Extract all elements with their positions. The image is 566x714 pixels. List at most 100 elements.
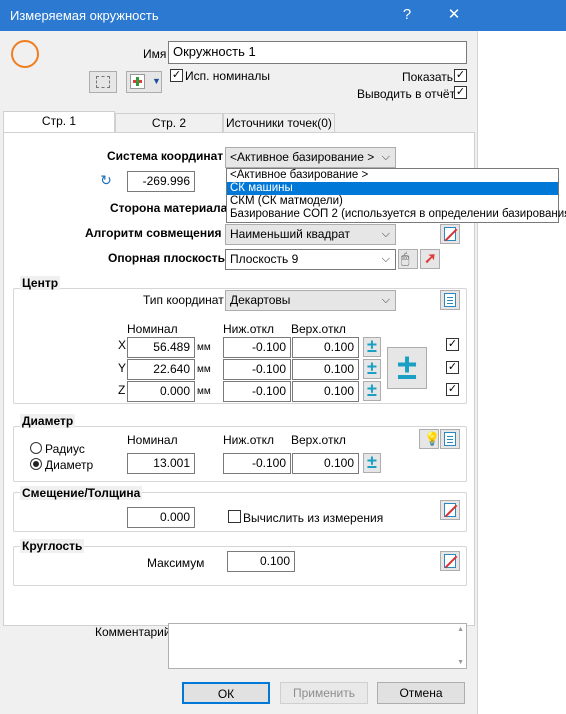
name-input[interactable]: Окружность 1 bbox=[168, 41, 467, 64]
points-menu-button[interactable]: ▼ bbox=[126, 71, 162, 93]
diameter-low-input[interactable]: -0.100 bbox=[223, 453, 291, 474]
z-plus-minus-button[interactable]: ± bbox=[363, 381, 381, 401]
coord-option[interactable]: СКМ (СК матмодели) bbox=[227, 195, 558, 208]
coord-option[interactable]: Базирование СОП 2 (используется в опреде… bbox=[227, 208, 566, 221]
chevron-down-icon: ⌵ bbox=[381, 228, 390, 240]
diameter-radio[interactable] bbox=[30, 458, 42, 470]
y-low-input[interactable]: -0.100 bbox=[223, 359, 291, 380]
y-plus-minus-button[interactable]: ± bbox=[363, 359, 381, 379]
x-high-input[interactable]: 0.100 bbox=[292, 337, 359, 358]
plane-select[interactable]: Плоскость 9 ⌵ bbox=[225, 249, 396, 270]
angle-input[interactable]: -269.996 bbox=[127, 171, 195, 192]
radius-label: Радиус bbox=[45, 442, 85, 456]
window-title: Измеряемая окружность bbox=[10, 8, 159, 23]
offset-group-label: Смещение/Толщина bbox=[20, 486, 143, 500]
select-area-button[interactable] bbox=[89, 71, 117, 93]
apply-button[interactable]: Применить bbox=[280, 682, 368, 704]
x-nominal-input[interactable]: 56.489 bbox=[127, 337, 195, 358]
edit-disabled-icon bbox=[444, 554, 458, 569]
cancel-button[interactable]: Отмена bbox=[377, 682, 465, 704]
tab-point-sources[interactable]: Источники точек(0) bbox=[223, 113, 335, 133]
z-unit-label: мм bbox=[197, 386, 211, 397]
algorithm-select[interactable]: Наименьший квадрат ⌵ bbox=[225, 224, 396, 245]
plus-minus-icon: ± bbox=[367, 380, 377, 400]
nominals-checkbox[interactable]: ✓ bbox=[170, 69, 183, 82]
y-unit-label: мм bbox=[197, 364, 211, 375]
all-plus-minus-button[interactable]: ± bbox=[387, 347, 427, 389]
coord-option-selected[interactable]: СК машины bbox=[227, 182, 558, 195]
lightbulb-icon: 💡 bbox=[424, 431, 441, 446]
x-plus-minus-button[interactable]: ± bbox=[363, 337, 381, 357]
offset-edit-button[interactable] bbox=[440, 500, 460, 520]
y-checkbox[interactable]: ✓ bbox=[446, 361, 459, 374]
x-low-input[interactable]: -0.100 bbox=[223, 337, 291, 358]
ok-button[interactable]: ОК bbox=[182, 682, 270, 704]
comment-textarea[interactable]: ▲ ▼ bbox=[168, 623, 467, 669]
z-high-input[interactable]: 0.100 bbox=[292, 381, 359, 402]
coord-system-label: Система координат bbox=[107, 149, 224, 163]
z-low-input[interactable]: -0.100 bbox=[223, 381, 291, 402]
dashed-rect-icon bbox=[96, 76, 110, 88]
tab-page-2[interactable]: Стр. 2 bbox=[115, 113, 223, 133]
scroll-down-icon[interactable]: ▼ bbox=[457, 659, 464, 666]
z-nominal-input[interactable]: 0.000 bbox=[127, 381, 195, 402]
coord-type-select[interactable]: Декартовы ⌵ bbox=[225, 290, 396, 311]
algorithm-label: Алгоритм совмещения bbox=[85, 226, 222, 240]
plane-pick-button[interactable]: 🖱 bbox=[398, 249, 418, 269]
diameter-doc-button[interactable] bbox=[440, 429, 460, 449]
plus-minus-icon: ± bbox=[367, 452, 377, 472]
radius-radio[interactable] bbox=[30, 442, 42, 454]
y-high-input[interactable]: 0.100 bbox=[292, 359, 359, 380]
diameter-high-input[interactable]: 0.100 bbox=[292, 453, 359, 474]
center-high-header: Верх.откл bbox=[291, 322, 346, 336]
plane-value: Плоскость 9 bbox=[230, 252, 299, 266]
report-label: Выводить в отчёт bbox=[357, 87, 456, 101]
name-label: Имя bbox=[143, 47, 167, 61]
diameter-plus-minus-button[interactable]: ± bbox=[363, 453, 381, 473]
show-checkbox[interactable]: ✓ bbox=[454, 69, 467, 82]
diameter-high-header: Верх.откл bbox=[291, 433, 346, 447]
diameter-nominal-input[interactable]: 13.001 bbox=[127, 453, 195, 474]
axis-y-label: Y bbox=[118, 361, 127, 375]
chevron-down-icon: ⌵ bbox=[381, 151, 390, 163]
offset-input[interactable]: 0.000 bbox=[127, 507, 195, 528]
document-icon bbox=[444, 432, 456, 446]
diameter-group-label: Диаметр bbox=[20, 414, 76, 428]
x-unit-label: мм bbox=[197, 342, 211, 353]
report-checkbox[interactable]: ✓ bbox=[454, 86, 467, 99]
calc-from-measure-checkbox[interactable] bbox=[228, 510, 241, 523]
plus-minus-icon: ± bbox=[367, 336, 377, 356]
diameter-hint-button[interactable]: 💡 bbox=[419, 429, 441, 449]
edit-disabled-icon bbox=[444, 503, 458, 518]
circle-feature-icon bbox=[11, 40, 39, 68]
algorithm-edit-button[interactable] bbox=[440, 224, 460, 244]
roundness-group-label: Круглость bbox=[20, 539, 85, 553]
diameter-nominal-header: Номинал bbox=[127, 433, 178, 447]
close-button[interactable]: ✕ bbox=[443, 4, 465, 26]
algorithm-value: Наименьший квадрат bbox=[230, 227, 350, 241]
points-icon bbox=[130, 74, 145, 89]
z-checkbox[interactable]: ✓ bbox=[446, 383, 459, 396]
rotate-icon[interactable]: ↻ bbox=[98, 172, 114, 188]
plane-goto-button[interactable]: ➚ bbox=[420, 249, 440, 269]
y-nominal-input[interactable]: 22.640 bbox=[127, 359, 195, 380]
mouse-icon: 🖱 bbox=[401, 250, 410, 266]
center-doc-button[interactable] bbox=[440, 290, 460, 310]
roundness-max-input[interactable]: 0.100 bbox=[227, 551, 295, 572]
tab-page-1[interactable]: Стр. 1 bbox=[3, 111, 115, 133]
edit-disabled-icon bbox=[444, 227, 458, 242]
coord-system-dropdown-list: <Активное базирование > СК машины СКМ (С… bbox=[226, 168, 566, 223]
scroll-up-icon[interactable]: ▲ bbox=[457, 626, 464, 633]
chevron-down-icon: ▼ bbox=[152, 76, 161, 86]
coord-type-label: Тип координат bbox=[143, 293, 224, 307]
roundness-edit-button[interactable] bbox=[440, 551, 460, 571]
roundness-max-label: Максимум bbox=[147, 556, 205, 570]
coord-type-value: Декартовы bbox=[230, 293, 291, 307]
x-checkbox[interactable]: ✓ bbox=[446, 338, 459, 351]
coord-system-select[interactable]: <Активное базирование > ⌵ bbox=[225, 147, 396, 168]
plus-minus-icon: ± bbox=[367, 358, 377, 378]
help-button[interactable]: ? bbox=[396, 4, 418, 26]
axis-z-label: Z bbox=[118, 383, 126, 397]
coord-option[interactable]: <Активное базирование > bbox=[227, 169, 558, 182]
show-label: Показать bbox=[402, 70, 454, 84]
